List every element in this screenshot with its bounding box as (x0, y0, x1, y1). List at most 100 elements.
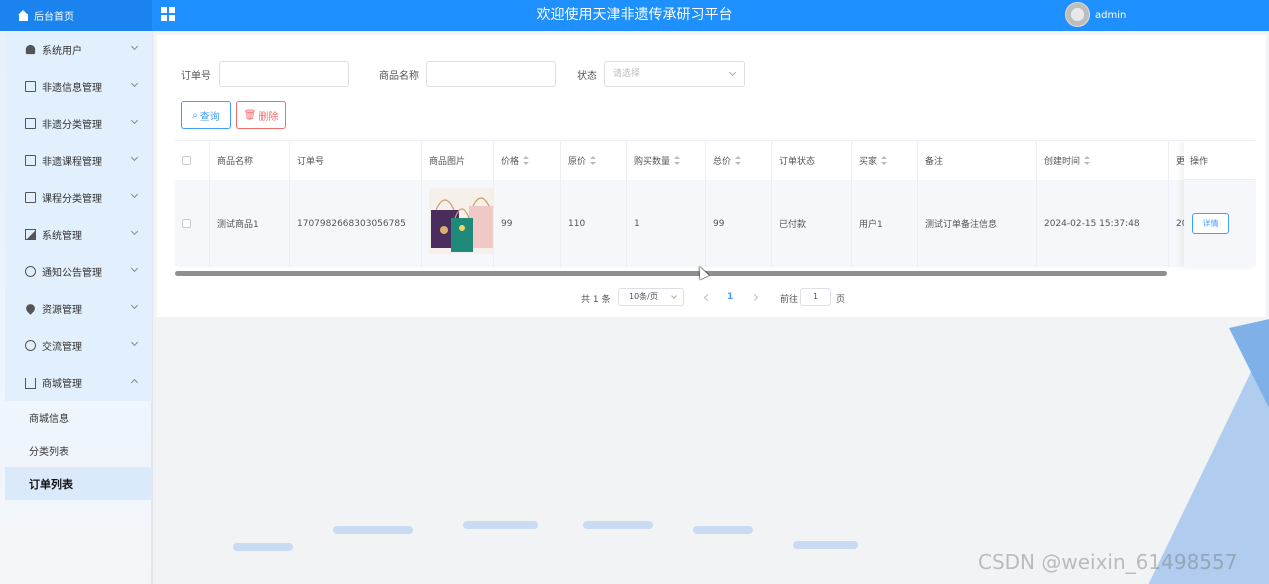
column-header-sortable[interactable]: 价格 (494, 141, 561, 180)
column-header-sortable[interactable]: 原价 (561, 141, 627, 180)
horizontal-scrollbar[interactable] (175, 271, 1167, 276)
goto-label: 前往 (780, 295, 799, 305)
sidebar-item-label: 非遗课程管理 (42, 157, 102, 168)
column-header: 商品图片 (422, 141, 494, 180)
next-page-icon[interactable] (750, 293, 759, 302)
action-column: 操作 详情 (1184, 141, 1256, 267)
sidebar-item-heritage-course[interactable]: 非遗课程管理 (5, 142, 152, 179)
column-header: 操作 (1184, 141, 1256, 180)
info-icon (25, 266, 36, 277)
chevron-down-icon (728, 68, 737, 77)
cart-icon (25, 378, 36, 389)
sidebar-item-heritage-category[interactable]: 非遗分类管理 (5, 105, 152, 142)
sidebar-item-label: 系统管理 (42, 231, 82, 242)
pagination-total: 共 1 条 (581, 295, 611, 305)
cell-product-name: 测试商品1 (210, 180, 290, 267)
page-suffix: 页 (836, 295, 846, 305)
sidebar-item-label: 非遗信息管理 (42, 83, 102, 94)
cell-total: 99 (706, 180, 772, 267)
chevron-down-icon (671, 293, 677, 299)
sort-icon (881, 156, 888, 165)
sidebar-subitem-category-list[interactable]: 分类列表 (5, 434, 152, 467)
sort-icon (674, 156, 681, 165)
cell-product-image (422, 180, 494, 267)
background-decoration (233, 543, 293, 551)
home-icon (18, 10, 29, 21)
sidebar-item-mall[interactable]: 商城管理 (5, 364, 152, 401)
sidebar-item-label: 系统用户 (42, 46, 82, 57)
cell-order-no: 1707982668303056785 (290, 180, 422, 267)
order-table: 商品名称 订单号 商品图片 价格 原价 购买数量 总价 订单状态 买家 备注 创… (175, 140, 1256, 271)
location-icon (24, 302, 37, 315)
chat-icon (25, 340, 36, 351)
sort-icon (523, 156, 530, 165)
row-checkbox[interactable] (182, 219, 191, 228)
sidebar-item-course-category[interactable]: 课程分类管理 (5, 179, 152, 216)
column-header: 订单状态 (772, 141, 852, 180)
background-decoration (583, 521, 653, 529)
query-button[interactable]: ⌕ 查询 (181, 101, 231, 129)
status-placeholder: 请选择 (613, 69, 641, 79)
cell-buyer: 用户1 (852, 180, 918, 267)
document-icon (25, 192, 36, 203)
status-label: 状态 (577, 71, 597, 82)
chevron-down-icon (130, 190, 139, 199)
sidebar-item-heritage-info[interactable]: 非遗信息管理 (5, 68, 152, 105)
delete-button[interactable]: 🗑 删除 (236, 101, 286, 129)
column-header: 备注 (918, 141, 1037, 180)
order-no-input[interactable] (219, 61, 349, 87)
chevron-up-icon (130, 378, 139, 387)
product-image[interactable] (429, 188, 493, 254)
document-icon (25, 81, 36, 92)
chevron-down-icon (130, 79, 139, 88)
detail-button[interactable]: 详情 (1192, 213, 1229, 234)
page-size-select[interactable]: 10条/页 (618, 288, 684, 306)
main-content: 订单号 商品名称 状态 请选择 ⌕ 查询 🗑 删除 商品名称 订单号 商品图片 … (153, 31, 1269, 584)
sidebar-item-resources[interactable]: 资源管理 (5, 290, 152, 327)
cell-quantity: 1 (627, 180, 706, 267)
column-header-sortable[interactable]: 总价 (706, 141, 772, 180)
product-name-input[interactable] (426, 61, 556, 87)
column-header-sortable[interactable]: 购买数量 (627, 141, 706, 180)
cell-original-price: 110 (561, 180, 627, 267)
cell-action: 详情 (1184, 180, 1256, 267)
delete-button-label: 删除 (258, 111, 279, 123)
chevron-down-icon (130, 116, 139, 125)
page-size-value: 10条/页 (629, 292, 658, 301)
sidebar-item-system-users[interactable]: 系统用户 (5, 31, 152, 68)
order-list-panel: 订单号 商品名称 状态 请选择 ⌕ 查询 🗑 删除 商品名称 订单号 商品图片 … (157, 35, 1266, 317)
home-link[interactable]: 后台首页 (0, 0, 152, 31)
goto-page-input[interactable]: 1 (800, 288, 831, 306)
table-row-select (175, 180, 210, 267)
table-header-select (175, 141, 210, 180)
sidebar-item-notice[interactable]: 通知公告管理 (5, 253, 152, 290)
chevron-down-icon (130, 264, 139, 273)
column-header-sortable[interactable]: 创建时间 (1037, 141, 1169, 180)
current-page[interactable]: 1 (727, 292, 733, 302)
chevron-down-icon (130, 301, 139, 310)
background-decoration (333, 526, 413, 534)
avatar[interactable] (1065, 2, 1090, 27)
cell-remark: 测试订单备注信息 (918, 180, 1037, 267)
sidebar-subitem-order-list[interactable]: 订单列表 (5, 467, 152, 500)
select-all-checkbox[interactable] (182, 156, 191, 165)
cell-price: 99 (494, 180, 561, 267)
cell-created-at: 2024-02-15 15:37:48 (1037, 180, 1169, 267)
background-decoration (693, 526, 753, 534)
sidebar-item-exchange[interactable]: 交流管理 (5, 327, 152, 364)
cell-status: 已付款 (772, 180, 852, 267)
chevron-down-icon (130, 338, 139, 347)
chevron-down-icon (130, 153, 139, 162)
username[interactable]: admin (1095, 0, 1126, 31)
order-no-label: 订单号 (181, 71, 211, 82)
sidebar-item-label: 交流管理 (42, 342, 82, 353)
menu-toggle-icon[interactable] (161, 7, 175, 21)
prev-page-icon[interactable] (703, 293, 712, 302)
sidebar-subitem-mall-info[interactable]: 商城信息 (5, 401, 152, 434)
sidebar-item-label: 课程分类管理 (42, 194, 102, 205)
column-header-sortable[interactable]: 买家 (852, 141, 918, 180)
top-header: 后台首页 欢迎使用天津非遗传承研习平台 admin (0, 0, 1269, 31)
product-name-label: 商品名称 (379, 71, 419, 82)
sidebar-item-system-management[interactable]: 系统管理 (5, 216, 152, 253)
status-select[interactable]: 请选择 (604, 61, 745, 87)
